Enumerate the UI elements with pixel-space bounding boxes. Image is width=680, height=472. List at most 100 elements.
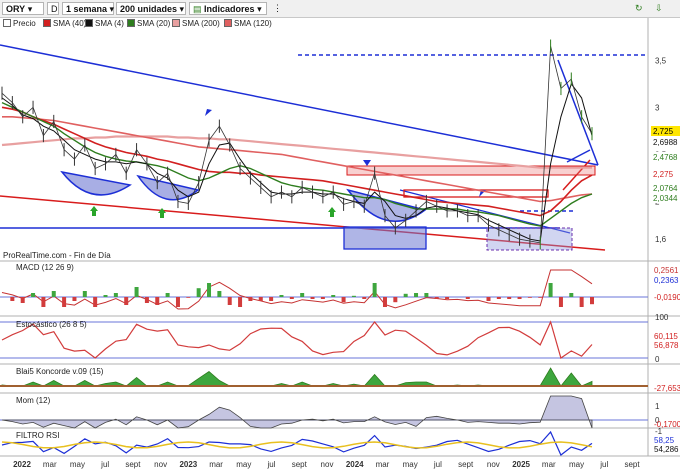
macd-bar xyxy=(372,283,377,297)
mom-value: -0,1700 xyxy=(654,420,680,429)
macd-bar xyxy=(279,295,284,297)
macd-bar xyxy=(569,293,574,297)
macd-bar xyxy=(93,297,98,307)
macd-bar xyxy=(527,297,532,298)
time-tick-label: nov xyxy=(154,460,167,469)
time-tick-label: jul xyxy=(433,460,442,469)
last-value-label: 2,4768 xyxy=(653,153,678,162)
time-tick-label: mar xyxy=(209,460,223,469)
time-tick-label: mar xyxy=(542,460,556,469)
macd-value: 0,2561 xyxy=(654,266,679,275)
macd-bar xyxy=(144,297,149,303)
macd-bar xyxy=(31,293,36,297)
last-value-label: 2,0344 xyxy=(653,194,678,203)
time-tick-label: nov xyxy=(487,460,500,469)
indicator-panels: MACD (12 26 9) Estocástico (26 8 5) Blai… xyxy=(0,260,680,457)
time-tick-label: 2024 xyxy=(346,460,364,469)
macd-bar xyxy=(227,297,232,305)
price-tick-label: 3,5 xyxy=(655,56,667,65)
macd-bar xyxy=(538,297,543,298)
time-tick-label: jul xyxy=(267,460,276,469)
time-tick-label: nov xyxy=(321,460,334,469)
stoch-line xyxy=(1,320,593,359)
macd-bar xyxy=(486,297,491,301)
last-value-label: 2,725 xyxy=(653,127,674,136)
time-tick-label: may xyxy=(569,460,584,469)
macd-bar xyxy=(238,297,243,307)
macd-bar xyxy=(548,283,553,297)
rsi-value: 54,286 xyxy=(654,445,679,454)
macd-line xyxy=(1,269,593,310)
mom-tick-1: 1 xyxy=(655,402,660,411)
macd-bar xyxy=(331,295,336,297)
macd-bar xyxy=(196,288,201,297)
macd-value: 0,2363 xyxy=(654,276,679,285)
time-tick-label: sept xyxy=(292,460,308,469)
macd-value: -0,0190 xyxy=(654,293,680,302)
last-value-label: 2,275 xyxy=(653,170,674,179)
macd-bar xyxy=(155,297,160,305)
chart-canvas[interactable]: 3,532,521,6 2,7252,69882,47682,2752,0764… xyxy=(0,0,680,472)
macd-bar xyxy=(103,295,108,297)
macd-bar xyxy=(341,297,346,303)
macd-bar xyxy=(207,283,212,297)
macd-bar xyxy=(351,295,356,297)
price-axis: 3,532,521,6 xyxy=(655,56,667,244)
blue-zone xyxy=(343,226,427,250)
macd-title: MACD (12 26 9) xyxy=(16,263,74,272)
time-tick-label: 2025 xyxy=(512,460,530,469)
stoch-value: 60,115 xyxy=(654,332,678,341)
rsi-value: 58,25 xyxy=(654,436,675,445)
macd-bar xyxy=(579,297,584,307)
koncorde-value: -27,653 xyxy=(654,384,680,393)
macd-bar xyxy=(507,297,512,299)
koncorde-title: Blai5 Koncorde v.09 (15) xyxy=(16,367,104,376)
macd-bar xyxy=(403,293,408,297)
mom-title: Mom (12) xyxy=(16,396,51,405)
rsi-title: FILTRO RSI xyxy=(16,431,59,440)
macd-bar xyxy=(445,297,450,299)
macd-bar xyxy=(258,297,263,301)
footer-note: ProRealTime.com - Fin de Día xyxy=(3,251,111,260)
macd-bar xyxy=(41,297,46,307)
macd-bar xyxy=(382,297,387,307)
macd-bar xyxy=(269,297,274,301)
macd-bar xyxy=(175,297,180,307)
macd-bar xyxy=(320,297,325,299)
macd-bar xyxy=(51,291,56,297)
time-tick-label: sept xyxy=(624,460,640,469)
stoch-value: 56,878 xyxy=(654,341,679,350)
macd-bar xyxy=(10,297,15,301)
time-tick-label: 2022 xyxy=(13,460,31,469)
macd-bar xyxy=(558,297,563,307)
macd-histogram xyxy=(10,283,594,307)
time-axis: 2022 mar may jul sept nov 2023 mar may jul sept nov… xyxy=(13,460,640,469)
time-tick-label: jul xyxy=(599,460,608,469)
last-value-label: 2,6988 xyxy=(653,138,678,147)
time-tick-label: may xyxy=(403,460,418,469)
time-tick-label: sept xyxy=(458,460,474,469)
macd-bar xyxy=(289,297,294,299)
macd-bar xyxy=(165,293,170,297)
time-tick-label: may xyxy=(236,460,251,469)
macd-bar xyxy=(465,297,470,299)
time-tick-label: mar xyxy=(43,460,57,469)
macd-bar xyxy=(134,287,139,297)
stoch-tick-100: 100 xyxy=(655,313,669,322)
time-tick-label: jul xyxy=(100,460,109,469)
macd-bar xyxy=(496,297,501,299)
macd-bar xyxy=(113,293,118,297)
mom-area xyxy=(1,395,593,429)
macd-bar xyxy=(300,293,305,297)
macd-bar xyxy=(434,297,439,299)
macd-bar xyxy=(414,293,419,297)
time-tick-label: mar xyxy=(376,460,390,469)
macd-bar xyxy=(217,291,222,297)
macd-bar xyxy=(393,297,398,303)
time-tick-label: sept xyxy=(125,460,141,469)
stoch-title: Estocástico (26 8 5) xyxy=(16,320,87,329)
price-tick-label: 1,6 xyxy=(655,235,667,244)
stoch-tick-0: 0 xyxy=(655,355,660,364)
macd-bar xyxy=(124,297,129,305)
last-values: 2,725 2,6988 2,4768 2,275 2,07642,0344 xyxy=(651,126,680,203)
